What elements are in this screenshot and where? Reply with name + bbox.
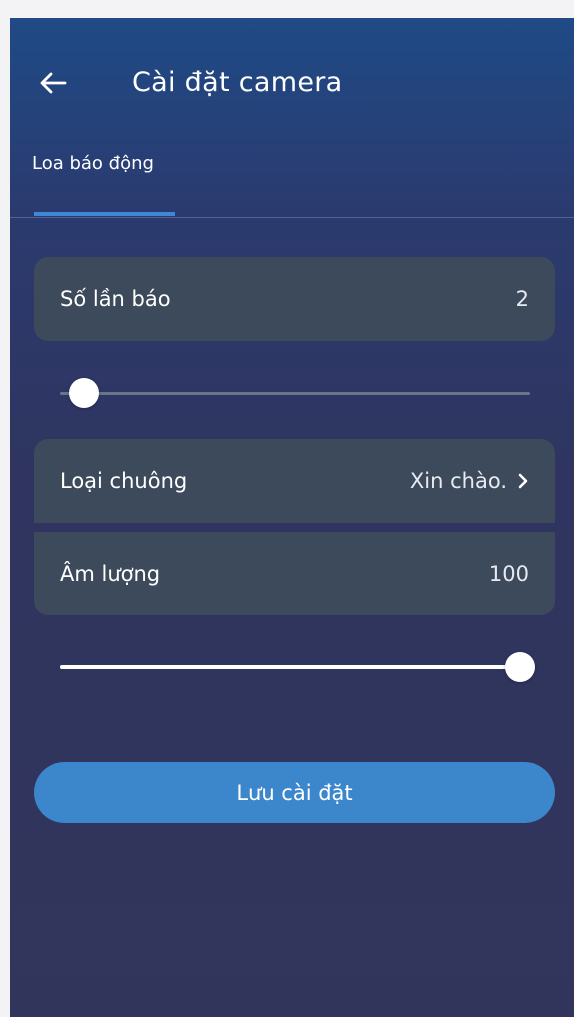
alarm-count-row: Số lần báo 2 <box>34 257 555 341</box>
camera-settings-screen: Cài đặt camera Loa báo động Số lần báo 2… <box>10 18 574 1017</box>
slider-track <box>60 392 530 395</box>
ringtone-row[interactable]: Loại chuông Xin chào. <box>34 439 555 523</box>
slider-fill <box>60 665 520 669</box>
tab-alarm-speaker[interactable]: Loa báo động <box>32 152 177 218</box>
tab-divider <box>10 217 574 218</box>
slider-thumb[interactable] <box>68 378 99 408</box>
volume-value: 100 <box>488 561 529 586</box>
slider-thumb[interactable] <box>505 652 535 682</box>
back-button[interactable] <box>36 66 70 100</box>
alarm-count-slider[interactable] <box>60 376 530 410</box>
page-title: Cài đặt camera <box>132 67 343 98</box>
ringtone-selection: Xin chào. <box>410 469 529 493</box>
arrow-left-icon <box>40 72 67 94</box>
app-header: Cài đặt camera Loa báo động <box>10 18 574 218</box>
alarm-count-value: 2 <box>515 287 529 311</box>
alarm-count-label: Số lần báo <box>60 287 171 311</box>
save-settings-button[interactable]: Lưu cài đặt <box>34 762 555 823</box>
tab-label: Loa báo động <box>32 153 154 174</box>
ringtone-value: Xin chào. <box>409 469 507 493</box>
chevron-right-icon <box>518 473 528 489</box>
volume-slider[interactable] <box>60 650 535 684</box>
volume-label: Âm lượng <box>60 561 161 586</box>
ringtone-label: Loại chuông <box>60 469 188 493</box>
volume-row: Âm lượng 100 <box>34 532 555 615</box>
active-tab-indicator <box>34 212 175 216</box>
